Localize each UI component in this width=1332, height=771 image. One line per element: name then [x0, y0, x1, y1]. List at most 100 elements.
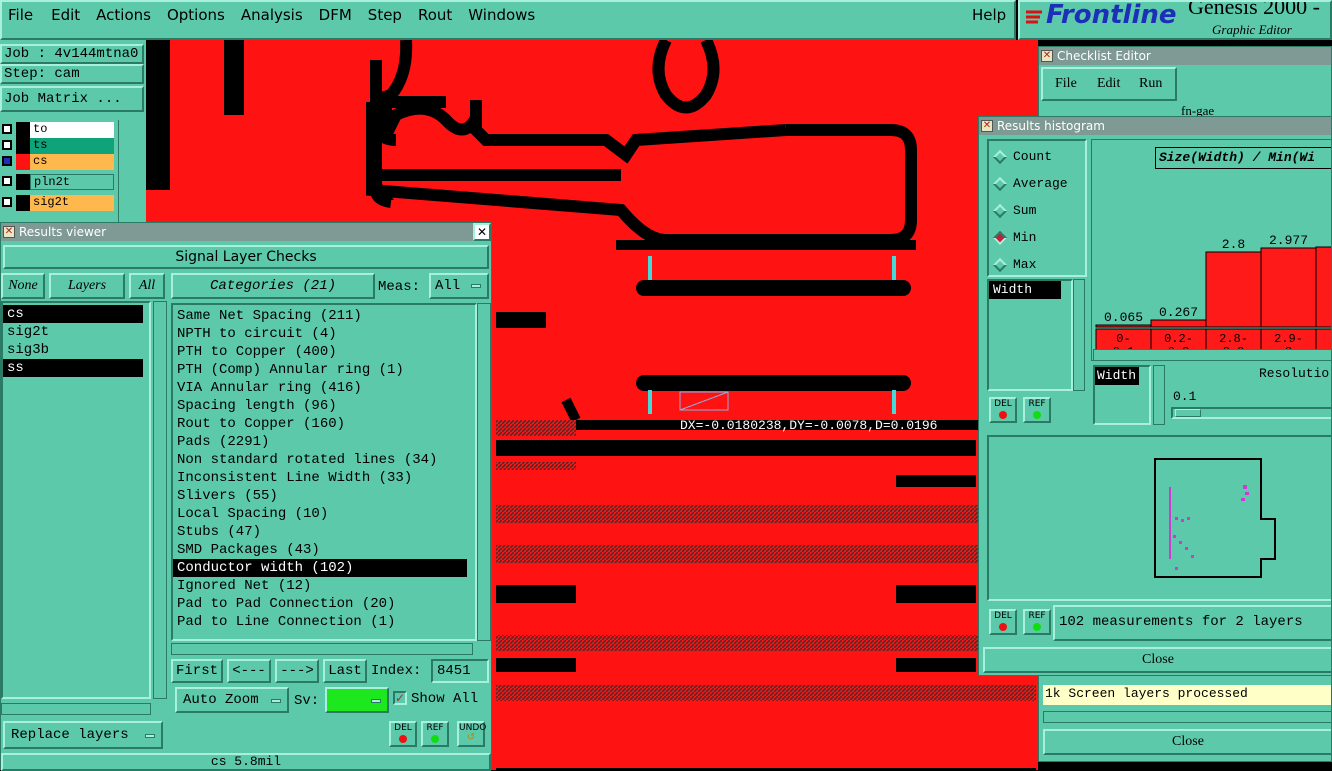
chart-field-list[interactable]: Width — [1093, 365, 1151, 425]
layer-row[interactable]: to — [0, 122, 116, 138]
next-button[interactable]: ---> — [275, 659, 319, 683]
layer-list[interactable]: cs sig2t sig3b ss — [1, 301, 151, 699]
undo-button[interactable]: UNDO ↺ — [457, 721, 486, 747]
histogram-bar[interactable] — [1205, 251, 1262, 328]
replace-layers-select[interactable]: Replace layers — [3, 721, 163, 749]
sv-color-select[interactable] — [325, 687, 389, 713]
menu-actions[interactable]: Actions — [96, 6, 151, 24]
field-list-scrollbar[interactable] — [1073, 279, 1085, 391]
list-item[interactable]: Conductor width (102) — [173, 559, 467, 577]
categories-hscrollbar[interactable] — [171, 643, 473, 655]
histogram-bar[interactable] — [1095, 324, 1152, 328]
auto-zoom-select[interactable]: Auto Zoom — [175, 687, 289, 713]
checklist-hscrollbar[interactable] — [1043, 711, 1331, 723]
layer-list-hscrollbar[interactable] — [1, 703, 151, 715]
layers-button[interactable]: Layers — [49, 273, 125, 299]
radio-count[interactable]: Count — [992, 147, 1083, 167]
menu-file[interactable]: File — [8, 6, 33, 24]
layer-checkbox[interactable] — [2, 156, 12, 166]
menu-analysis[interactable]: Analysis — [241, 6, 303, 24]
list-item[interactable]: Local Spacing (10) — [173, 505, 475, 523]
field-list[interactable]: Width — [987, 279, 1073, 391]
results-viewer-close-icon[interactable]: ✕ — [473, 223, 491, 241]
list-item[interactable]: Width — [1095, 367, 1139, 385]
list-item[interactable]: Ignored Net (12) — [173, 577, 475, 595]
layer-list-scrollbar[interactable] — [153, 301, 167, 699]
slider-handle[interactable] — [1175, 409, 1201, 417]
chart-hscrollbar[interactable] — [1093, 349, 1331, 361]
list-item[interactable]: PTH (Comp) Annular ring (1) — [173, 361, 475, 379]
list-item[interactable]: sig2t — [3, 323, 149, 341]
menu-rout[interactable]: Rout — [418, 6, 452, 24]
checklist-menu-file[interactable]: File — [1055, 76, 1077, 92]
prev-button[interactable]: <--- — [227, 659, 271, 683]
list-item[interactable]: Inconsistent Line Width (33) — [173, 469, 475, 487]
ref-button[interactable]: REF — [1023, 397, 1051, 423]
del-button[interactable]: DEL — [389, 721, 417, 747]
list-item[interactable]: Same Net Spacing (211) — [173, 307, 475, 325]
list-item[interactable]: Pad to Pad Connection (20) — [173, 595, 475, 613]
menu-options[interactable]: Options — [167, 6, 225, 24]
list-item[interactable]: Pads (2291) — [173, 433, 475, 451]
meas-select[interactable]: All — [429, 273, 489, 299]
list-item[interactable]: cs — [3, 305, 143, 323]
histogram-close-button[interactable]: Close — [983, 647, 1331, 673]
radio-max[interactable]: Max — [992, 255, 1083, 275]
layer-checkbox[interactable] — [2, 197, 12, 207]
radio-min[interactable]: Min — [992, 228, 1083, 248]
all-button[interactable]: All — [129, 273, 165, 299]
layer-row[interactable]: cs — [0, 154, 116, 170]
ref-button[interactable]: REF — [421, 721, 449, 747]
list-item[interactable]: sig3b — [3, 341, 149, 359]
checklist-menu-run[interactable]: Run — [1139, 76, 1162, 92]
layer-checkbox[interactable] — [2, 140, 12, 150]
window-menu-icon[interactable]: ✕ — [1041, 50, 1053, 62]
ref-button[interactable]: REF — [1023, 609, 1051, 635]
none-button[interactable]: None — [1, 273, 45, 299]
list-item[interactable]: ss — [3, 359, 143, 377]
show-all-checkbox[interactable]: ✓ — [393, 691, 407, 705]
layer-row[interactable]: sig2t — [0, 195, 116, 211]
menu-windows[interactable]: Windows — [468, 6, 535, 24]
checklist-close-button[interactable]: Close — [1043, 729, 1331, 755]
checklist-menu-edit[interactable]: Edit — [1097, 76, 1120, 92]
menu-edit[interactable]: Edit — [51, 6, 80, 24]
histogram-bar[interactable] — [1260, 247, 1317, 328]
last-button[interactable]: Last — [323, 659, 367, 683]
layer-checkbox[interactable] — [2, 176, 12, 186]
layers-scroll[interactable] — [118, 120, 146, 230]
chart-field-scrollbar[interactable] — [1153, 365, 1165, 425]
list-item[interactable]: Slivers (55) — [173, 487, 475, 505]
histogram-bar[interactable] — [1150, 319, 1207, 328]
list-item[interactable]: Non standard rotated lines (34) — [173, 451, 475, 469]
categories-list[interactable]: Same Net Spacing (211) NPTH to circuit (… — [171, 303, 477, 641]
resolution-slider[interactable] — [1171, 407, 1331, 419]
list-item[interactable]: SMD Packages (43) — [173, 541, 475, 559]
menu-step[interactable]: Step — [368, 6, 402, 24]
categories-scrollbar[interactable] — [477, 303, 491, 641]
layer-row[interactable]: pln2t — [0, 174, 116, 190]
window-menu-icon[interactable]: ✕ — [3, 226, 15, 238]
list-item[interactable]: Spacing length (96) — [173, 397, 475, 415]
index-input[interactable]: 8451 — [431, 659, 489, 683]
job-matrix-button[interactable]: Job Matrix ... — [0, 86, 144, 112]
radio-sum[interactable]: Sum — [992, 201, 1083, 221]
list-item[interactable]: Width — [989, 281, 1061, 299]
categories-button[interactable]: Categories (21) — [171, 273, 375, 299]
radio-average[interactable]: Average — [992, 174, 1083, 194]
histogram-bar[interactable] — [1315, 246, 1332, 328]
list-item[interactable]: Rout to Copper (160) — [173, 415, 475, 433]
list-item[interactable]: Stubs (47) — [173, 523, 475, 541]
layer-row[interactable]: ts — [0, 138, 116, 154]
menu-help[interactable]: Help — [972, 6, 1006, 24]
layer-checkbox[interactable] — [2, 124, 12, 134]
list-item[interactable]: PTH to Copper (400) — [173, 343, 475, 361]
menu-dfm[interactable]: DFM — [319, 6, 352, 24]
list-item[interactable]: NPTH to circuit (4) — [173, 325, 475, 343]
del-button[interactable]: DEL — [989, 609, 1017, 635]
window-menu-icon[interactable]: ✕ — [981, 120, 993, 132]
preview-panel[interactable] — [987, 435, 1331, 601]
del-button[interactable]: DEL — [989, 397, 1017, 423]
list-item[interactable]: VIA Annular ring (416) — [173, 379, 475, 397]
list-item[interactable]: Pad to Line Connection (1) — [173, 613, 475, 631]
